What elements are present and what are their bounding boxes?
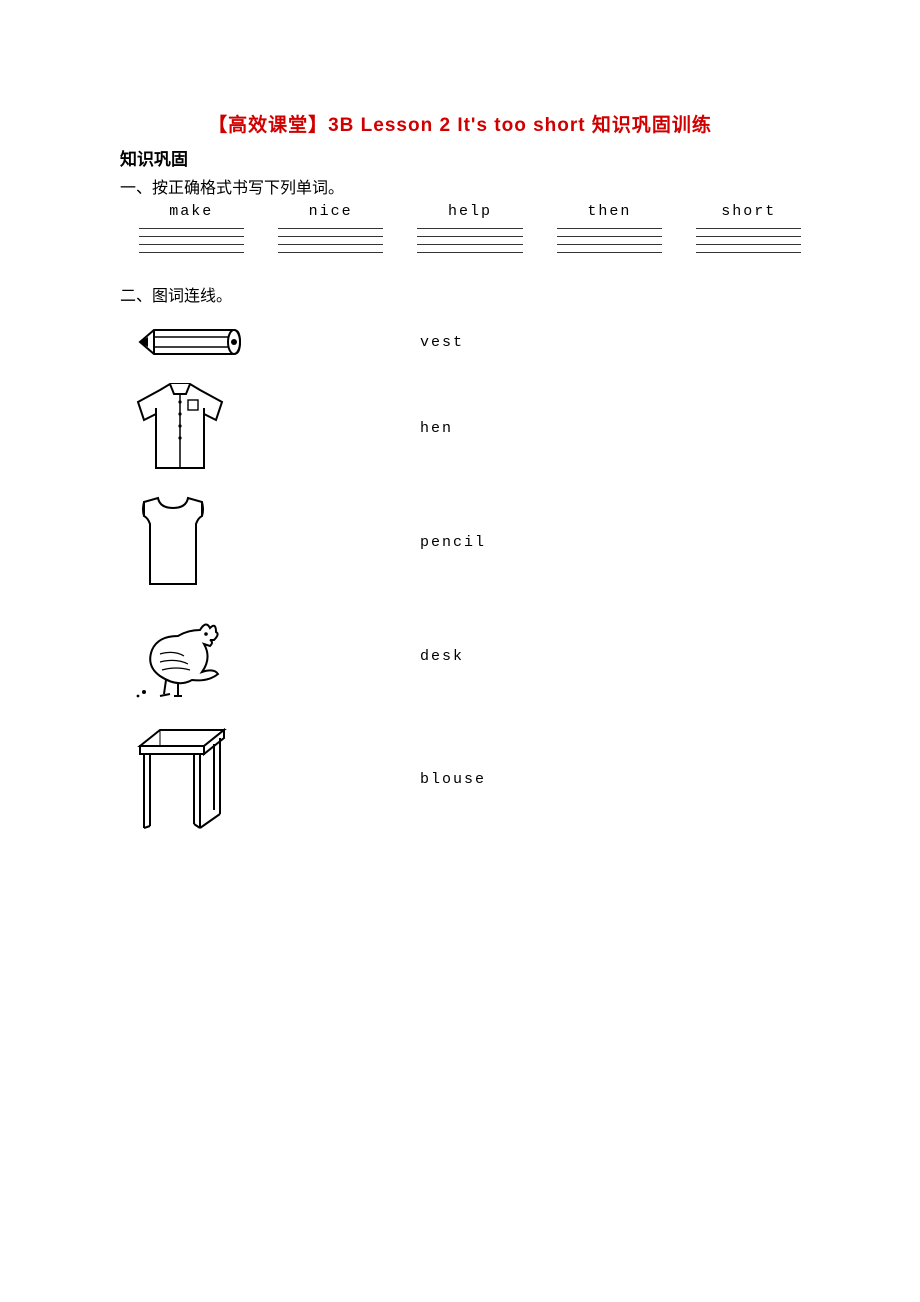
match-image-cell xyxy=(130,714,350,844)
match-row: blouse xyxy=(130,714,800,844)
match-word: blouse xyxy=(350,771,486,788)
section2-instruction: 二、图词连线。 xyxy=(120,282,800,306)
match-word: desk xyxy=(350,648,464,665)
worksheet-page: 【高效课堂】3B Lesson 2 It's too short 知识巩固训练 … xyxy=(0,0,920,886)
match-image-cell xyxy=(130,600,350,712)
match-image-cell xyxy=(130,486,350,598)
page-title: 【高效课堂】3B Lesson 2 It's too short 知识巩固训练 xyxy=(120,110,800,137)
blouse-icon xyxy=(130,380,230,476)
hen-icon xyxy=(130,610,230,702)
match-image-cell xyxy=(130,372,350,484)
writing-lines xyxy=(696,228,801,257)
section1-word-row: make nice help then short xyxy=(120,202,810,260)
section-heading: 知识巩固 xyxy=(120,145,800,170)
word-column: short xyxy=(688,202,810,260)
pencil-icon xyxy=(130,320,250,364)
writing-lines xyxy=(417,228,522,257)
word-label: then xyxy=(587,203,631,220)
word-label: nice xyxy=(309,203,353,220)
writing-lines xyxy=(139,228,244,257)
vest-icon xyxy=(130,494,216,590)
section1-instruction: 一、按正确格式书写下列单词。 xyxy=(120,174,800,198)
match-word: hen xyxy=(350,420,453,437)
match-grid: vest hen xyxy=(120,314,800,844)
match-word: vest xyxy=(350,334,464,351)
word-column: nice xyxy=(269,202,391,260)
word-label: make xyxy=(169,203,213,220)
word-label: short xyxy=(721,203,776,220)
writing-lines xyxy=(557,228,662,257)
word-label: help xyxy=(448,203,492,220)
match-row: pencil xyxy=(130,486,800,598)
match-image-cell xyxy=(130,314,350,370)
writing-lines xyxy=(278,228,383,257)
match-word: pencil xyxy=(350,534,486,551)
match-row: vest xyxy=(130,314,800,370)
word-column: help xyxy=(409,202,531,260)
word-column: then xyxy=(548,202,670,260)
match-row: hen xyxy=(130,372,800,484)
word-column: make xyxy=(130,202,252,260)
desk-icon xyxy=(130,720,234,838)
match-row: desk xyxy=(130,600,800,712)
